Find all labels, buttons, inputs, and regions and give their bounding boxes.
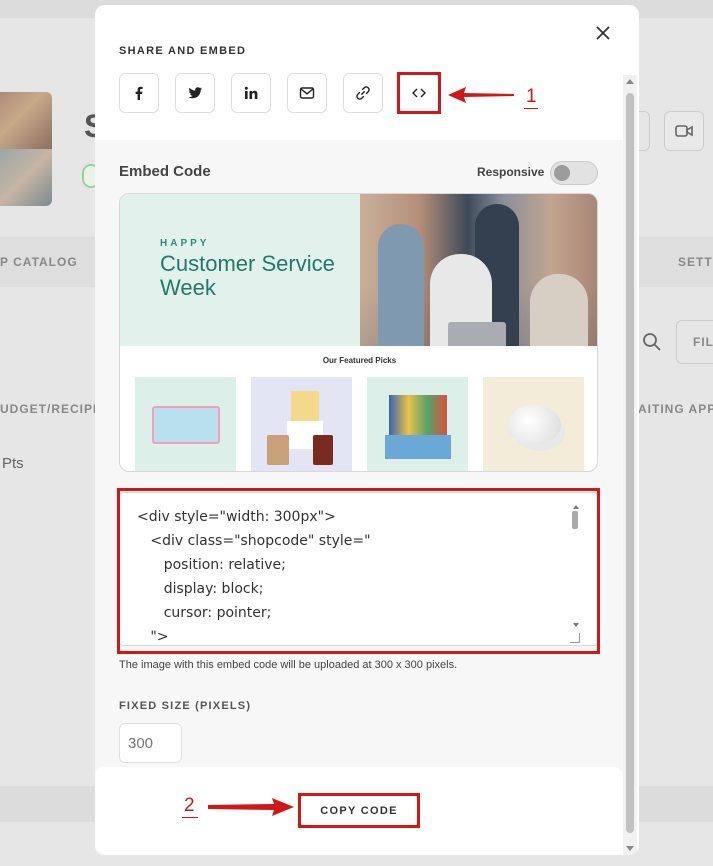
scroll-thumb[interactable] <box>626 93 634 833</box>
fixed-size-input[interactable] <box>119 723 182 763</box>
video-icon <box>675 125 693 137</box>
mail-icon <box>299 87 315 99</box>
background-search <box>636 320 668 364</box>
fixed-size-label: FIXED SIZE (PIXELS) <box>119 700 252 712</box>
highlight-code-box <box>117 488 600 654</box>
twitter-icon <box>188 87 202 99</box>
background-tab-settings: SETT <box>678 255 713 269</box>
video-button <box>664 111 704 151</box>
share-linkedin-button[interactable] <box>231 73 271 113</box>
embed-code-heading: Embed Code <box>119 163 211 180</box>
product-image-jars <box>135 377 236 471</box>
toggle-knob <box>554 165 570 181</box>
banner-title: Customer Service Week <box>160 251 335 300</box>
facebook-icon <box>135 86 143 100</box>
share-embed-modal: SHARE AND EMBED Embed Code Responsive HA… <box>95 5 639 855</box>
embed-note: The image with this embed code will be u… <box>119 659 458 671</box>
callout-underline-1 <box>524 108 538 109</box>
callout-number-1: 1 <box>526 86 537 107</box>
featured-picks <box>135 377 584 471</box>
product-image-snack-box <box>367 377 468 471</box>
callout-underline-2 <box>182 817 198 818</box>
close-button[interactable] <box>593 23 613 43</box>
embed-preview: HAPPY Customer Service Week Our Featured… <box>119 193 598 472</box>
featured-picks-title: Our Featured Picks <box>322 356 397 365</box>
modal-title: SHARE AND EMBED <box>119 45 247 57</box>
share-email-button[interactable] <box>287 73 327 113</box>
copy-link-button[interactable] <box>343 73 383 113</box>
link-icon <box>356 86 370 100</box>
highlight-copy-button <box>298 793 420 828</box>
callout-number-2: 2 <box>184 795 195 816</box>
background-column-budget: UDGET/RECIPIE <box>0 402 107 416</box>
background-points: Pts <box>2 455 24 472</box>
arrow-1-icon <box>448 87 514 103</box>
background-filter-button: FIL <box>676 320 713 364</box>
product-image-candles <box>251 377 352 471</box>
close-icon <box>596 26 610 40</box>
linkedin-icon <box>244 86 258 99</box>
responsive-label: Responsive <box>477 165 545 179</box>
search-icon <box>643 333 661 351</box>
modal-header: SHARE AND EMBED <box>95 5 639 140</box>
modal-scrollbar[interactable] <box>623 75 637 855</box>
share-facebook-button[interactable] <box>119 73 159 113</box>
preview-banner: HAPPY Customer Service Week <box>120 194 597 346</box>
scroll-down-arrow[interactable] <box>626 846 634 851</box>
share-buttons <box>119 73 439 113</box>
responsive-toggle[interactable] <box>550 161 598 185</box>
banner-team-photo <box>360 194 597 346</box>
arrow-2-icon <box>208 798 294 816</box>
background-tab-catalog: P CATALOG <box>0 255 78 269</box>
share-twitter-button[interactable] <box>175 73 215 113</box>
background-thumbnail <box>0 92 52 206</box>
highlight-embed-button <box>397 72 441 114</box>
banner-eyebrow: HAPPY <box>160 238 210 249</box>
product-image-earbuds <box>483 377 584 471</box>
background-column-awaiting: AITING APP <box>638 402 713 416</box>
scroll-up-arrow[interactable] <box>626 79 634 84</box>
